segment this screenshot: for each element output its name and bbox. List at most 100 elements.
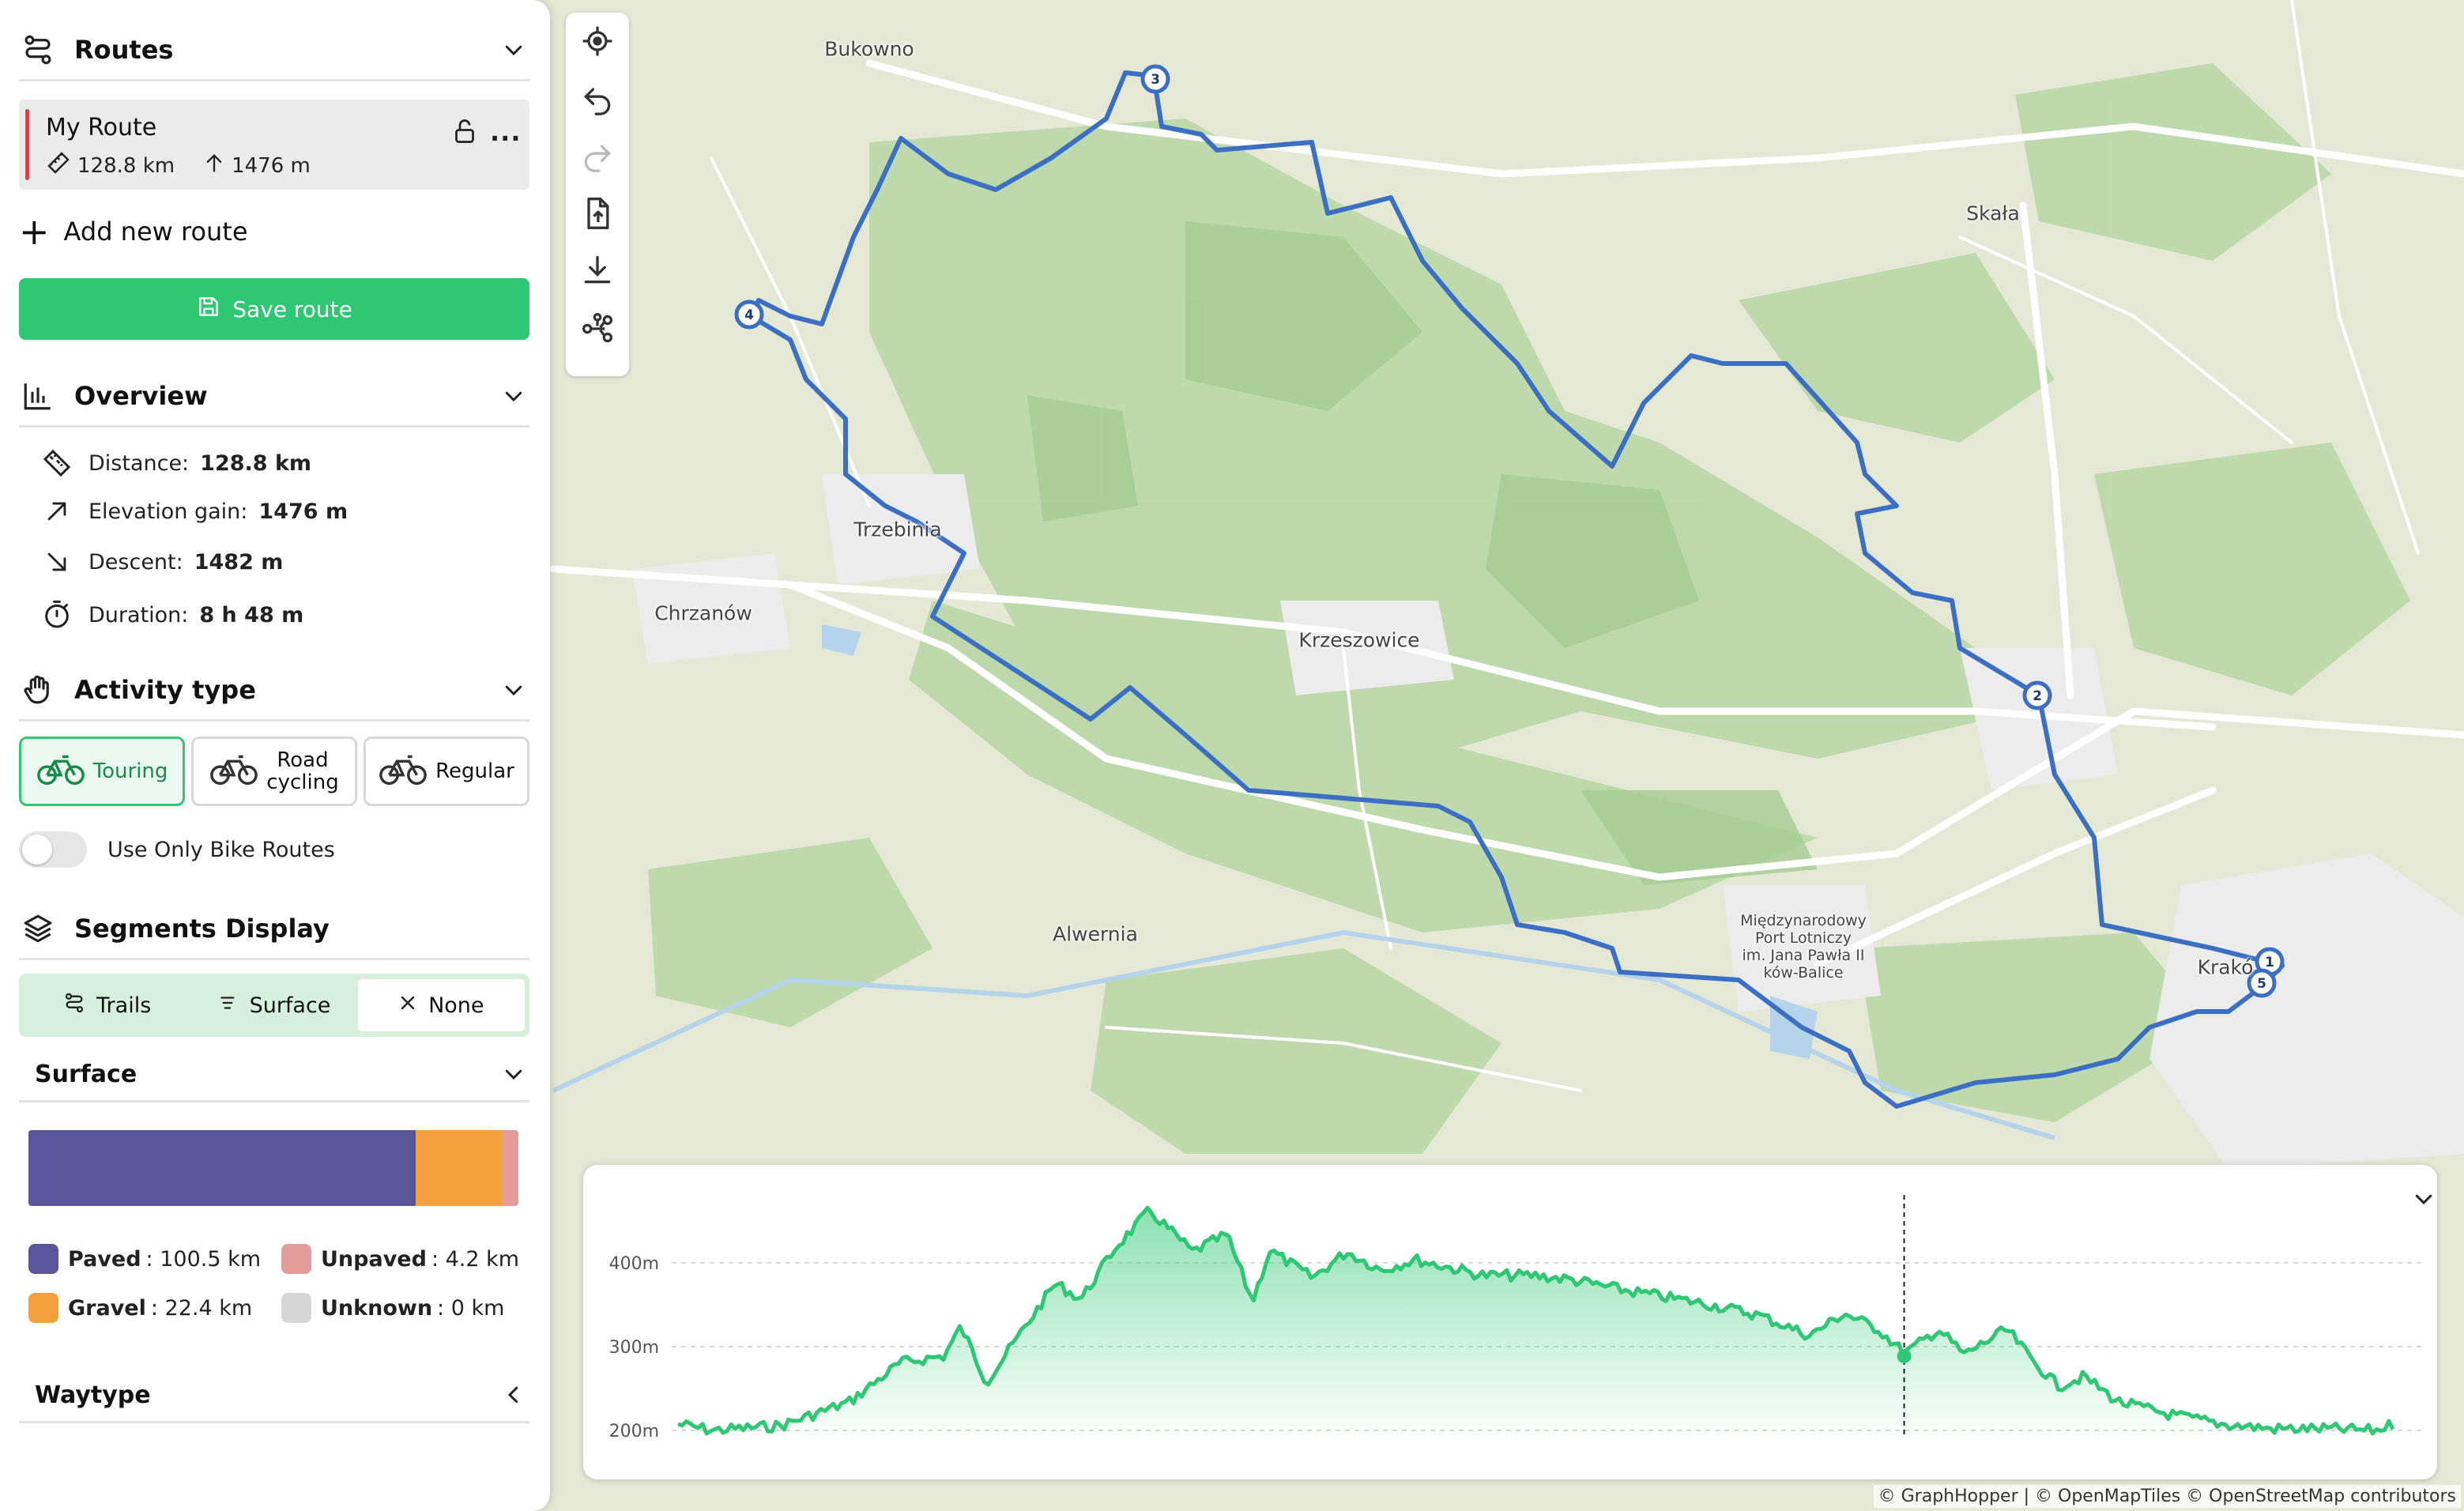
elevation-cursor-dot <box>1897 1349 1912 1364</box>
map-attribution[interactable]: © GraphHopper | © OpenMapTiles © OpenStr… <box>1873 1485 2461 1508</box>
activity-road-cycling-button[interactable]: Road cycling <box>191 737 357 806</box>
segment-none-button[interactable]: None <box>357 979 525 1031</box>
layers-icon <box>19 910 57 948</box>
y-tick-300: 300m <box>609 1338 659 1358</box>
save-icon <box>196 294 221 325</box>
chevron-down-icon[interactable] <box>498 34 529 66</box>
add-new-route-label: Add new route <box>63 217 248 247</box>
surface-title: Surface <box>35 1060 138 1088</box>
bicycle-icon <box>379 752 428 792</box>
legend-unknown-value: : 0 km <box>437 1295 505 1321</box>
map-toolbar <box>566 13 629 376</box>
bike-routes-toggle-row: Use Only Bike Routes <box>19 831 335 868</box>
descent-label: Descent: <box>89 549 183 575</box>
routes-header[interactable]: Routes <box>19 21 529 81</box>
surface-bar-gravel[interactable] <box>416 1130 503 1206</box>
save-route-button[interactable]: Save route <box>19 278 529 340</box>
waypoint-4-label: 4 <box>744 307 754 323</box>
map-label-bukowno: Bukowno <box>824 37 914 61</box>
map-label-airport: Międzynarodowy Port Lotniczy im. Jana Pa… <box>1740 912 1867 982</box>
map-label-skala: Skała <box>1966 202 2020 225</box>
surface-bar-paved[interactable] <box>28 1130 416 1206</box>
locate-icon[interactable] <box>577 21 618 62</box>
waytype-title: Waytype <box>35 1381 151 1409</box>
legend-swatch-unknown <box>281 1293 311 1323</box>
activity-touring-button[interactable]: Touring <box>19 737 185 806</box>
legend-swatch-unpaved <box>281 1244 311 1274</box>
arrow-up-icon <box>203 152 225 179</box>
route-points-icon[interactable] <box>577 308 618 349</box>
save-route-label: Save route <box>232 296 352 322</box>
elevation-chart[interactable]: 400m 300m 200m <box>583 1165 2437 1479</box>
routes-icon <box>19 31 57 69</box>
y-tick-400: 400m <box>609 1254 659 1274</box>
sidebar: Routes My Route 128.8 km 1476 m ··· + Ad… <box>0 0 550 1511</box>
activity-regular-button[interactable]: Regular <box>364 737 529 806</box>
chevron-down-icon[interactable] <box>498 674 529 706</box>
waypoint-1-label: 1 <box>2265 955 2274 970</box>
legend-gravel-value: : 22.4 km <box>150 1295 253 1321</box>
segment-none-label: None <box>428 993 484 1018</box>
bicycle-icon <box>209 752 258 792</box>
redo-icon[interactable] <box>577 134 618 175</box>
plus-icon: + <box>19 210 50 253</box>
waytype-header[interactable]: Waytype <box>19 1369 529 1423</box>
elevation-gain-value: 1476 m <box>258 499 349 524</box>
undo-icon[interactable] <box>577 77 618 119</box>
distance-label: Distance: <box>89 450 190 476</box>
arrow-down-right-icon <box>38 548 76 575</box>
map-label-krzeszowice: Krzeszowice <box>1298 628 1420 652</box>
elevation-profile[interactable]: 400m 300m 200m <box>583 1165 2437 1479</box>
trails-icon <box>63 992 85 1019</box>
overview-header[interactable]: Overview <box>19 367 529 428</box>
duration-label: Duration: <box>89 602 189 627</box>
legend-unpaved: Unpaved : 4.2 km <box>281 1244 519 1274</box>
legend-paved: Paved : 100.5 km <box>28 1244 261 1274</box>
legend-gravel-name: Gravel <box>68 1295 146 1321</box>
segments-display-header: Segments Display <box>19 899 529 960</box>
upload-file-icon[interactable] <box>577 193 618 234</box>
map-label-trzebinia: Trzebinia <box>853 518 942 541</box>
segment-trails-button[interactable]: Trails <box>24 979 190 1031</box>
waypoint-3-label: 3 <box>1151 72 1160 88</box>
map-label-chrzanow: Chrzanów <box>654 601 752 625</box>
descent-value: 1482 m <box>194 549 284 575</box>
overview-title: Overview <box>74 381 208 411</box>
add-new-route-button[interactable]: + Add new route <box>19 213 248 250</box>
waypoint-2: 2 <box>2022 680 2052 710</box>
overview-distance: Distance: 128.8 km <box>38 447 311 479</box>
activity-type-header[interactable]: Activity type <box>19 661 529 722</box>
chevron-down-icon[interactable] <box>498 1062 529 1086</box>
toggle-knob <box>22 835 52 865</box>
surface-header[interactable]: Surface <box>19 1048 529 1102</box>
unlock-icon[interactable] <box>450 115 479 150</box>
close-icon <box>398 993 417 1018</box>
ruler-icon <box>46 150 71 181</box>
bicycle-icon <box>36 752 85 792</box>
activity-regular-label: Regular <box>435 759 514 783</box>
chevron-left-icon[interactable] <box>498 1383 529 1407</box>
routes-title: Routes <box>74 35 174 65</box>
route-card[interactable]: My Route 128.8 km 1476 m ··· <box>19 100 529 190</box>
chevron-down-icon[interactable] <box>498 380 529 412</box>
surface-bar-unpaved[interactable] <box>502 1130 518 1206</box>
segment-surface-label: Surface <box>249 993 331 1018</box>
activity-options: Touring Road cycling Regular <box>19 737 536 806</box>
more-options-icon[interactable]: ··· <box>490 123 521 153</box>
activity-touring-label: Touring <box>92 759 168 783</box>
distance-value: 128.8 km <box>200 450 312 476</box>
stopwatch-icon <box>38 599 76 631</box>
waypoint-2-label: 2 <box>2033 688 2042 704</box>
elevation-gain-label: Elevation gain: <box>89 499 248 524</box>
bike-routes-toggle[interactable] <box>19 831 87 868</box>
segment-trails-label: Trails <box>96 993 152 1018</box>
segment-surface-button[interactable]: Surface <box>190 979 357 1031</box>
surface-bar <box>28 1130 518 1206</box>
waypoint-3: 3 <box>1140 64 1170 94</box>
download-icon[interactable] <box>577 250 618 291</box>
ruler-icon <box>38 447 76 479</box>
legend-gravel: Gravel : 22.4 km <box>28 1293 252 1323</box>
legend-unknown: Unknown : 0 km <box>281 1293 504 1323</box>
segments-display-title: Segments Display <box>74 914 330 944</box>
legend-unpaved-name: Unpaved <box>321 1246 427 1272</box>
